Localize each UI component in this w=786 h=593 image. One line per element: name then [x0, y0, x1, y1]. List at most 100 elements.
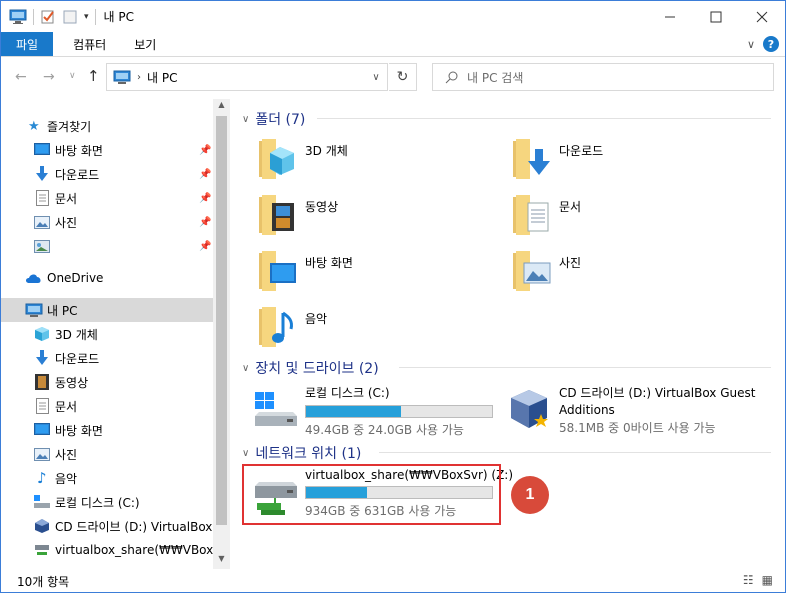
expand-ribbon-icon[interactable]: ∨ — [747, 38, 755, 51]
title-bar: ▾ 내 PC — [1, 1, 785, 32]
nav-pc-music[interactable]: ♪ 음악 — [1, 466, 213, 490]
pin-icon[interactable]: 📌 — [199, 145, 211, 156]
download-arrow-icon — [36, 350, 48, 365]
address-bar[interactable]: › 내 PC — [106, 63, 388, 91]
nav-pc-videos-label: 동영상 — [55, 375, 89, 390]
tab-computer[interactable]: 컴퓨터 — [53, 32, 120, 56]
pictures-icon — [34, 215, 50, 229]
tab-view[interactable]: 보기 — [120, 32, 170, 56]
nav-pc-cd-drive[interactable]: CD 드라이브 (D:) VirtualBox G — [1, 514, 213, 538]
folders-group-header[interactable]: ∨ 폴더 (7) — [242, 109, 305, 129]
folder-music-icon — [259, 307, 293, 347]
folder-3d-objects[interactable]: 3D 개체 — [257, 137, 348, 181]
drive-cd-free: 58.1MB 중 0바이트 사용 가능 — [559, 421, 716, 435]
star-icon: ★ — [28, 118, 40, 134]
nav-this-pc[interactable]: 내 PC — [1, 298, 213, 322]
properties-icon[interactable] — [40, 9, 56, 25]
folder-music[interactable]: 음악 — [257, 305, 327, 349]
folder-downloads[interactable]: 다운로드 — [511, 137, 603, 181]
nav-quick-desktop[interactable]: 바탕 화면 📌 — [1, 138, 213, 162]
folder-documents[interactable]: 문서 — [511, 193, 581, 237]
nav-pc-network-share-label: virtualbox_share(₩₩VBoxSvr) — [55, 543, 213, 557]
collapse-chevron-icon[interactable]: ∨ — [242, 363, 249, 374]
drive-cd-name-line2: Additions — [559, 403, 615, 417]
pin-icon[interactable]: 📌 — [199, 241, 211, 252]
tab-file[interactable]: 파일 — [1, 32, 54, 56]
maximize-button[interactable] — [693, 1, 739, 32]
refresh-button[interactable]: ↻ — [389, 63, 417, 91]
breadcrumb-this-pc[interactable]: 내 PC — [147, 69, 177, 86]
nav-pc-desktop[interactable]: 바탕 화면 — [1, 418, 213, 442]
nav-pc-pictures[interactable]: 사진 — [1, 442, 213, 466]
minimize-button[interactable] — [647, 1, 693, 32]
drive-local-disk-c[interactable]: 로컬 디스크 (C:) 49.4GB 중 24.0GB 사용 가능 — [253, 384, 497, 437]
nav-pc-downloads-label: 다운로드 — [55, 351, 100, 366]
help-icon[interactable]: ? — [763, 36, 779, 52]
ribbon-right-controls: ∨ ? — [747, 36, 779, 52]
folder-documents-icon — [513, 195, 549, 235]
recent-locations-icon[interactable]: ∨ — [69, 71, 76, 81]
devices-group-header[interactable]: ∨ 장치 및 드라이브 (2) — [242, 358, 379, 378]
new-folder-icon[interactable] — [62, 9, 78, 25]
nav-quick-downloads-label: 다운로드 — [55, 167, 100, 182]
nav-pc-cd-drive-label: CD 드라이브 (D:) VirtualBox G — [55, 519, 213, 534]
folder-video-icon — [259, 195, 294, 235]
group-divider — [379, 452, 771, 453]
nav-pc-videos[interactable]: 동영상 — [1, 370, 213, 394]
pin-icon[interactable]: 📌 — [199, 193, 211, 204]
nav-quick-downloads[interactable]: 다운로드 📌 — [1, 162, 213, 186]
search-input[interactable]: 내 PC 검색 — [432, 63, 774, 91]
folder-pictures-icon — [513, 251, 551, 291]
back-arrow-icon[interactable]: ← — [15, 69, 27, 85]
folder-desktop-label: 바탕 화면 — [305, 256, 353, 270]
nav-quick-desktop-label: 바탕 화면 — [55, 143, 103, 158]
folder-music-label: 음악 — [305, 312, 328, 326]
nav-pc-documents[interactable]: 문서 — [1, 394, 213, 418]
devices-group-title: 장치 및 드라이브 (2) — [255, 361, 379, 377]
folder-pictures[interactable]: 사진 — [511, 249, 581, 293]
folder-videos[interactable]: 동영상 — [257, 193, 338, 237]
quick-access-toolbar: ▾ — [1, 8, 96, 25]
folder-pictures-label: 사진 — [559, 256, 582, 270]
nav-quick-pictures[interactable]: 사진 📌 — [1, 210, 213, 234]
pin-icon[interactable]: 📌 — [199, 217, 211, 228]
search-placeholder: 내 PC 검색 — [467, 70, 524, 85]
folders-group-title: 폴더 (7) — [255, 112, 306, 128]
nav-pc-network-share[interactable]: virtualbox_share(₩₩VBoxSvr) — [1, 538, 213, 562]
drive-local-disk-usage-bar — [305, 405, 493, 418]
nav-scrollbar-thumb[interactable] — [216, 116, 227, 525]
close-button[interactable] — [739, 1, 785, 32]
collapse-chevron-icon[interactable]: ∨ — [242, 114, 249, 125]
status-item-count: 10개 항목 — [17, 574, 70, 589]
drive-cd-d[interactable]: CD 드라이브 (D:) VirtualBox Guest Additions … — [507, 384, 777, 436]
network-group-title: 네트워크 위치 (1) — [255, 446, 362, 462]
nav-quick-item-5[interactable]: 📌 — [1, 234, 213, 258]
download-arrow-icon — [36, 166, 48, 181]
nav-onedrive[interactable]: OneDrive — [1, 266, 213, 290]
customize-dropdown-icon[interactable]: ▾ — [84, 12, 89, 22]
scroll-down-icon[interactable]: ▼ — [214, 554, 229, 568]
address-dropdown-button[interactable]: ∨ — [363, 63, 389, 91]
maximize-icon — [710, 11, 722, 22]
collapse-chevron-icon[interactable]: ∨ — [242, 448, 249, 459]
up-arrow-icon[interactable]: ↑ — [87, 67, 100, 85]
nav-pc-3d-objects[interactable]: 3D 개체 — [1, 322, 213, 346]
group-divider — [317, 118, 771, 119]
nav-pc-downloads[interactable]: 다운로드 — [1, 346, 213, 370]
folder-desktop[interactable]: 바탕 화면 — [257, 249, 353, 293]
computer-icon — [25, 303, 43, 317]
forward-arrow-icon[interactable]: → — [43, 69, 55, 85]
network-group-header[interactable]: ∨ 네트워크 위치 (1) — [242, 443, 361, 463]
nav-quick-documents-label: 문서 — [55, 191, 78, 206]
breadcrumb-separator-icon[interactable]: › — [137, 72, 141, 83]
large-icons-view-icon[interactable]: ▦ — [762, 573, 773, 587]
nav-quick-documents[interactable]: 문서 📌 — [1, 186, 213, 210]
details-view-icon[interactable]: ☷ — [743, 573, 754, 587]
scroll-up-icon[interactable]: ▲ — [214, 100, 229, 114]
nav-pc-local-disk[interactable]: 로컬 디스크 (C:) — [1, 490, 213, 514]
pin-icon[interactable]: 📌 — [199, 169, 211, 180]
nav-quick-access[interactable]: ★ 즐겨찾기 — [1, 114, 213, 138]
nav-pc-local-disk-label: 로컬 디스크 (C:) — [55, 495, 140, 510]
explorer-window: ▾ 내 PC 파일 컴퓨터 보기 ∨ ? ← → ∨ ↑ › 내 PC ∨ ↻ … — [0, 0, 786, 593]
close-icon — [756, 11, 768, 22]
